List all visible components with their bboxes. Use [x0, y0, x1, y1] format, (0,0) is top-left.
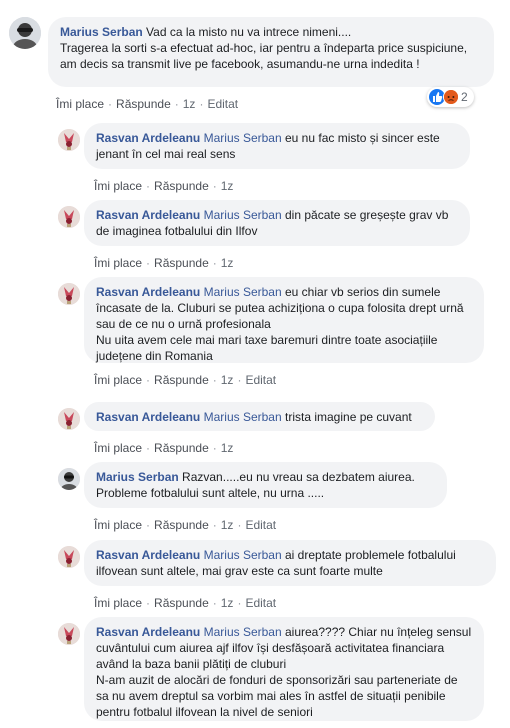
comment-author[interactable]: Rasvan Ardeleanu	[96, 548, 200, 562]
separator: ·	[212, 256, 217, 270]
comment-actions: Îmi place · Răspunde · 1z · Editat	[56, 97, 238, 111]
comment-mention[interactable]: Marius Serban	[204, 285, 282, 299]
comment-bubble: Rasvan Ardeleanu Marius Serban ai drepta…	[84, 540, 496, 586]
comment-bubble: Rasvan Ardeleanu Marius Serban eu nu fac…	[84, 123, 470, 169]
edited-label: Editat	[245, 373, 277, 387]
separator: ·	[146, 518, 151, 532]
comment-mention[interactable]: Marius Serban	[204, 131, 282, 145]
reply-button[interactable]: Răspunde	[116, 97, 171, 111]
avatar[interactable]	[58, 129, 80, 151]
comment-actions: Îmi place · Răspunde · 1z	[94, 179, 233, 193]
separator: ·	[146, 596, 151, 610]
comment-text: trista imagine pe cuvant	[285, 410, 412, 424]
comment-author[interactable]: Marius Serban	[60, 25, 143, 39]
separator: ·	[146, 256, 151, 270]
separator: ·	[212, 373, 217, 387]
comment-mention[interactable]: Marius Serban	[204, 548, 282, 562]
comment-actions: Îmi place · Răspunde · 1z	[94, 256, 233, 270]
avatar[interactable]	[58, 408, 80, 430]
separator: ·	[237, 373, 242, 387]
comment-bubble: Marius Serban Vad ca la misto nu va intr…	[48, 17, 494, 87]
comment-mention[interactable]: Marius Serban	[204, 625, 282, 639]
like-button[interactable]: Îmi place	[94, 373, 142, 387]
timestamp[interactable]: 1z	[221, 373, 234, 387]
separator: ·	[199, 97, 204, 111]
separator: ·	[212, 441, 217, 455]
comment-author[interactable]: Rasvan Ardeleanu	[96, 285, 200, 299]
like-button[interactable]: Îmi place	[94, 256, 142, 270]
separator: ·	[146, 373, 151, 387]
comment-text: aiurea???? Chiar nu înțeleg sensul cuvân…	[96, 625, 472, 719]
edited-label: Editat	[207, 97, 239, 111]
comment-actions: Îmi place · Răspunde · 1z · Editat	[94, 596, 276, 610]
separator: ·	[237, 518, 242, 532]
separator: ·	[212, 518, 217, 532]
timestamp[interactable]: 1z	[221, 596, 234, 610]
comment-author[interactable]: Rasvan Ardeleanu	[96, 208, 200, 222]
comment-mention[interactable]: Marius Serban	[204, 410, 282, 424]
timestamp[interactable]: 1z	[183, 97, 196, 111]
comment-actions: Îmi place · Răspunde · 1z · Editat	[94, 373, 276, 387]
separator: ·	[212, 179, 217, 193]
like-button[interactable]: Îmi place	[94, 518, 142, 532]
comment-mention[interactable]: Marius Serban	[204, 208, 282, 222]
reply-button[interactable]: Răspunde	[154, 373, 209, 387]
avatar[interactable]	[58, 206, 80, 228]
comment-actions: Îmi place · Răspunde · 1z	[94, 441, 233, 455]
avatar[interactable]	[58, 283, 80, 305]
reply-button[interactable]: Răspunde	[154, 441, 209, 455]
reaction-count: 2	[461, 90, 468, 104]
comment-bubble: Rasvan Ardeleanu Marius Serban eu chiar …	[84, 277, 484, 363]
timestamp[interactable]: 1z	[221, 441, 234, 455]
separator: ·	[174, 97, 179, 111]
separator: ·	[237, 596, 242, 610]
comment-bubble: Rasvan Ardeleanu Marius Serban aiurea???…	[84, 617, 484, 721]
reply-button[interactable]: Răspunde	[154, 256, 209, 270]
avatar[interactable]	[58, 546, 80, 568]
comment-author[interactable]: Rasvan Ardeleanu	[96, 625, 200, 639]
comment-bubble: Rasvan Ardeleanu Marius Serban trista im…	[84, 402, 435, 431]
avatar[interactable]	[58, 623, 80, 645]
comment-author[interactable]: Rasvan Ardeleanu	[96, 131, 200, 145]
separator: ·	[212, 596, 217, 610]
avatar[interactable]	[58, 468, 80, 490]
comment-bubble: Marius Serban Razvan.....eu nu vreau sa …	[84, 462, 447, 508]
reply-button[interactable]: Răspunde	[154, 518, 209, 532]
like-button[interactable]: Îmi place	[56, 97, 104, 111]
separator: ·	[108, 97, 113, 111]
avatar[interactable]	[9, 17, 41, 49]
like-button[interactable]: Îmi place	[94, 596, 142, 610]
comment-bubble: Rasvan Ardeleanu Marius Serban din păcat…	[84, 200, 470, 246]
comment-actions: Îmi place · Răspunde · 1z · Editat	[94, 518, 276, 532]
like-button[interactable]: Îmi place	[94, 179, 142, 193]
reaction-summary[interactable]: 2	[427, 87, 474, 107]
comment-author[interactable]: Rasvan Ardeleanu	[96, 410, 200, 424]
edited-label: Editat	[245, 518, 277, 532]
timestamp[interactable]: 1z	[221, 518, 234, 532]
reply-button[interactable]: Răspunde	[154, 179, 209, 193]
separator: ·	[146, 441, 151, 455]
timestamp[interactable]: 1z	[221, 256, 234, 270]
like-button[interactable]: Îmi place	[94, 441, 142, 455]
edited-label: Editat	[245, 596, 277, 610]
angry-reaction-icon	[443, 89, 459, 105]
separator: ·	[146, 179, 151, 193]
timestamp[interactable]: 1z	[221, 179, 234, 193]
comment-author[interactable]: Marius Serban	[96, 470, 179, 484]
reply-button[interactable]: Răspunde	[154, 596, 209, 610]
